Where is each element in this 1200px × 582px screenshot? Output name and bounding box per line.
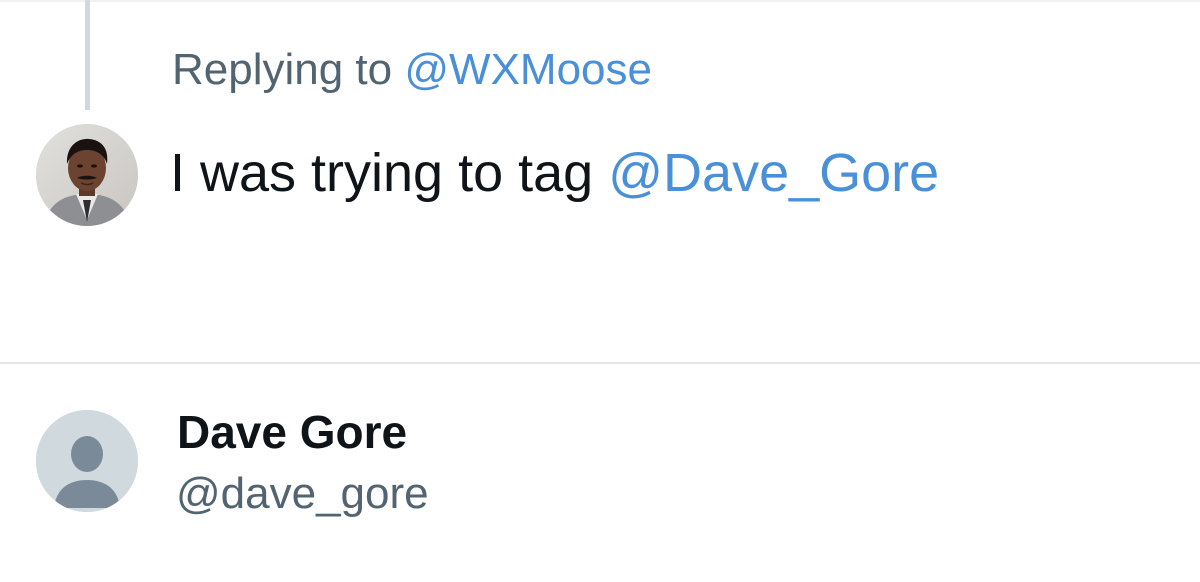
- suggested-user-avatar[interactable]: [36, 410, 138, 512]
- replying-to-mention-link[interactable]: @WXMoose: [404, 45, 652, 94]
- user-photo-avatar-icon: [36, 124, 138, 226]
- thread-connector-line: [85, 0, 90, 110]
- tweet-body-text: I was trying to tag: [170, 143, 594, 203]
- replying-to-label: Replying to: [172, 45, 393, 94]
- suggested-user-display-name[interactable]: Dave Gore: [177, 404, 407, 460]
- section-divider: [0, 362, 1200, 364]
- replying-to-line: Replying to @WXMoose: [172, 42, 652, 98]
- tweet-author-avatar[interactable]: [36, 124, 138, 226]
- top-border: [0, 0, 1200, 2]
- suggested-user-handle[interactable]: @dave_gore: [176, 466, 429, 522]
- tweet-text: I was trying to tag @Dave_Gore: [170, 140, 939, 206]
- tweet-mention-link[interactable]: @Dave_Gore: [608, 143, 939, 203]
- default-profile-icon: [36, 410, 138, 512]
